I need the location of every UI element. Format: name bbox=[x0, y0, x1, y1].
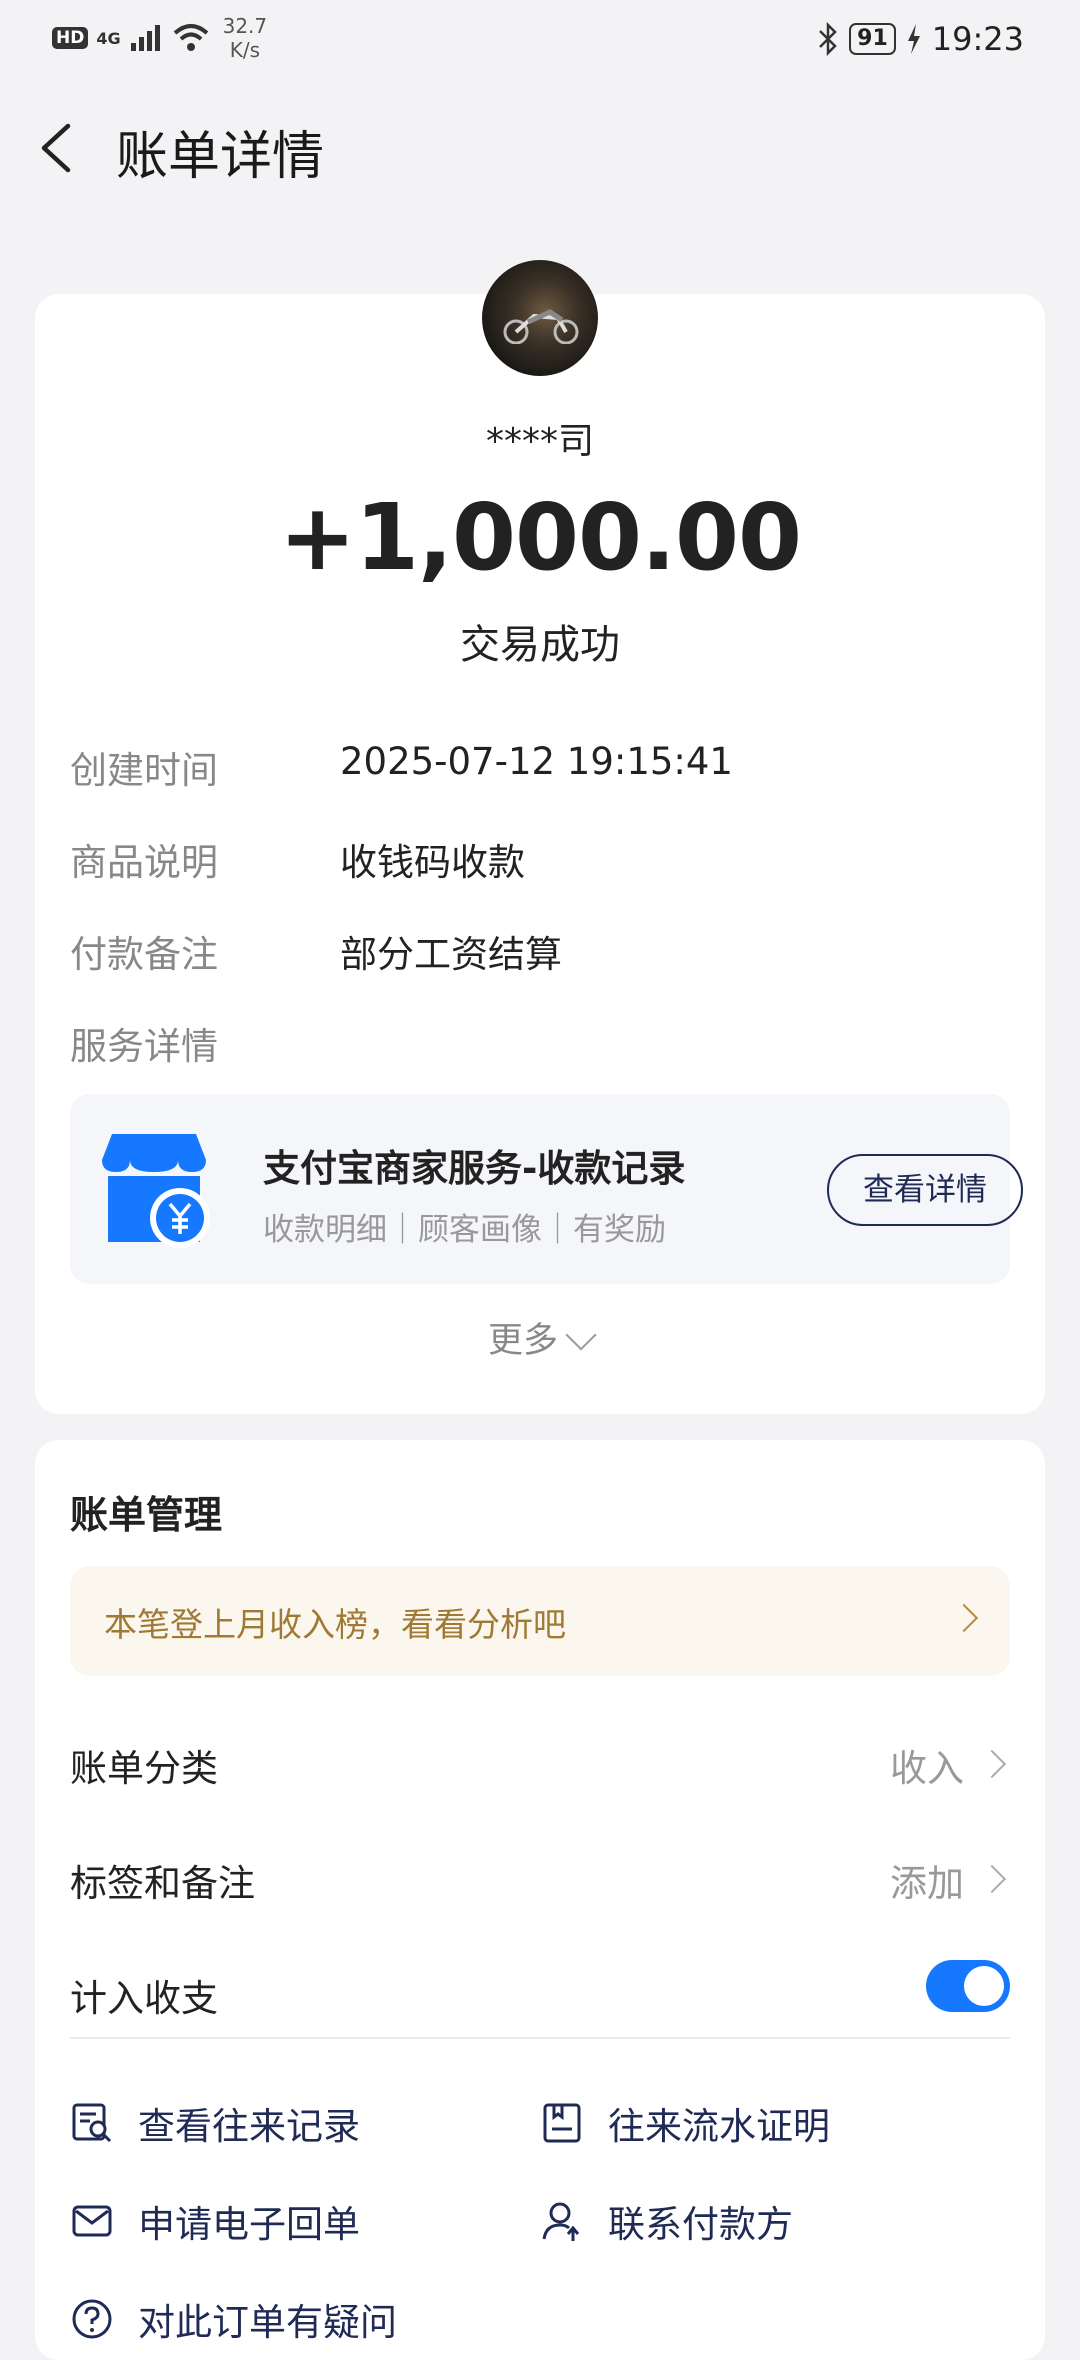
detail-label: 付款备注 bbox=[70, 933, 218, 976]
detail-value: 收钱码收款 bbox=[340, 841, 525, 884]
chevron-right-icon bbox=[977, 1749, 1007, 1779]
question-icon bbox=[72, 2299, 112, 2339]
transaction-status: 交易成功 bbox=[460, 622, 620, 668]
bluetooth-icon bbox=[819, 22, 837, 56]
chevron-right-icon bbox=[949, 1603, 979, 1633]
more-toggle[interactable]: 更多 bbox=[35, 1312, 1045, 1363]
action-label: 往来流水证明 bbox=[608, 2105, 830, 2148]
bill-management-card: 账单管理 本笔登上月收入榜，看看分析吧 账单分类 收入 标签和备注 添加 计入收… bbox=[35, 1440, 1045, 2360]
mail-icon bbox=[72, 2205, 112, 2237]
e-receipt-action[interactable]: 申请电子回单 bbox=[70, 2186, 360, 2256]
detail-label: 商品说明 bbox=[70, 841, 218, 884]
back-arrow-icon bbox=[41, 123, 71, 173]
divider bbox=[70, 2037, 1010, 2039]
motorcycle-image bbox=[503, 309, 579, 344]
income-rank-banner[interactable]: 本笔登上月收入榜，看看分析吧 bbox=[70, 1566, 1010, 1676]
row-label: 账单分类 bbox=[70, 1747, 218, 1790]
row-label: 标签和备注 bbox=[70, 1862, 255, 1905]
row-label: 计入收支 bbox=[70, 1977, 218, 2020]
view-details-button[interactable]: 查看详情 bbox=[827, 1154, 1023, 1226]
service-title: 支付宝商家服务-收款记录 bbox=[263, 1147, 686, 1190]
detail-label: 服务详情 bbox=[70, 1025, 218, 1068]
action-label: 查看往来记录 bbox=[138, 2105, 360, 2148]
include-in-budget-row: 计入收支 bbox=[70, 1950, 1010, 2030]
speed-unit: K/s bbox=[229, 38, 261, 62]
view-records-action[interactable]: 查看往来记录 bbox=[70, 2088, 360, 2158]
charging-icon bbox=[907, 24, 920, 54]
page-title: 账单详情 bbox=[116, 127, 325, 187]
contact-user-icon bbox=[542, 2202, 580, 2241]
banner-text: 本笔登上月收入榜，看看分析吧 bbox=[104, 1605, 566, 1644]
detail-value: 部分工资结算 bbox=[340, 933, 562, 976]
more-label: 更多 bbox=[487, 1321, 558, 1361]
detail-label: 创建时间 bbox=[70, 749, 218, 792]
battery-level: 91 bbox=[849, 23, 896, 55]
service-card[interactable]: 支付宝商家服务-收款记录 收款明细｜顾客画像｜有奖励 查看详情 bbox=[70, 1094, 1023, 1284]
back-button[interactable] bbox=[30, 118, 90, 178]
payee-avatar[interactable] bbox=[482, 260, 598, 376]
status-bar: HD 4G 32.7 K/s 91 19:23 bbox=[0, 0, 1080, 72]
speed-value: 32.7 bbox=[222, 14, 268, 38]
row-value: 收入 bbox=[890, 1747, 964, 1790]
signal-icon bbox=[130, 25, 160, 51]
payee-name: ****司 bbox=[485, 421, 594, 462]
record-search-icon bbox=[72, 2103, 112, 2143]
clock: 19:23 bbox=[931, 20, 1024, 58]
wifi-icon bbox=[173, 24, 208, 51]
contact-payer-action[interactable]: 联系付款方 bbox=[540, 2186, 793, 2256]
hd-badge: HD bbox=[52, 27, 89, 49]
order-question-action[interactable]: 对此订单有疑问 bbox=[70, 2284, 397, 2354]
transaction-amount: +1,000.00 bbox=[278, 484, 802, 591]
action-label: 申请电子回单 bbox=[138, 2203, 360, 2246]
network-speed: 32.7 K/s bbox=[223, 14, 268, 62]
detail-value: 2025-07-12 19:15:41 bbox=[340, 740, 733, 783]
include-toggle[interactable] bbox=[926, 1960, 1010, 2012]
row-value: 添加 bbox=[890, 1862, 964, 1905]
bill-category-row[interactable]: 账单分类 收入 bbox=[70, 1720, 1010, 1800]
statement-icon bbox=[543, 2103, 581, 2143]
chevron-right-icon bbox=[977, 1864, 1007, 1894]
status-left: HD 4G 32.7 K/s bbox=[52, 14, 267, 62]
transaction-card: ****司 +1,000.00 交易成功 创建时间 2025-07-12 19:… bbox=[35, 260, 1045, 1414]
service-subtitle: 收款明细｜顾客画像｜有奖励 bbox=[263, 1212, 666, 1248]
header: 账单详情 bbox=[0, 100, 1080, 200]
action-label: 联系付款方 bbox=[608, 2203, 793, 2246]
tags-notes-row[interactable]: 标签和备注 添加 bbox=[70, 1835, 1010, 1915]
chevron-down-icon bbox=[565, 1319, 597, 1351]
network-type: 4G bbox=[96, 28, 121, 48]
store-yuan-icon bbox=[102, 1134, 210, 1248]
section-title: 账单管理 bbox=[70, 1493, 223, 1537]
action-label: 对此订单有疑问 bbox=[138, 2301, 397, 2344]
statement-proof-action[interactable]: 往来流水证明 bbox=[540, 2088, 830, 2158]
status-right: 91 19:23 bbox=[817, 20, 1024, 58]
toggle-knob bbox=[964, 1966, 1004, 2006]
